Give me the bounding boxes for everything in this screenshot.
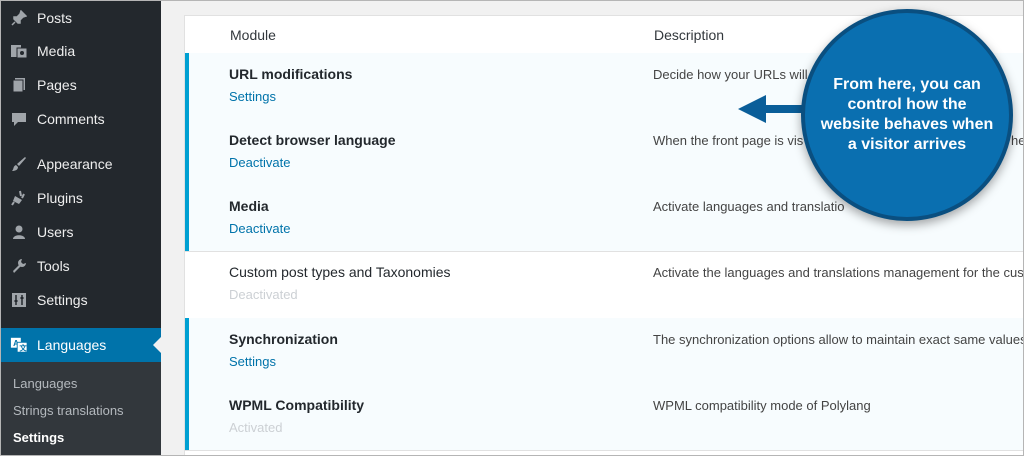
callout-arrow-icon [738, 95, 806, 123]
sidebar-item-label: Media [37, 43, 76, 59]
sidebar-item-label: Posts [37, 10, 73, 26]
sidebar-item-label: Users [37, 224, 74, 240]
table-row: Synchronization Settings The synchroniza… [185, 318, 1024, 385]
sidebar-item-label: Tools [37, 258, 70, 274]
sidebar-item-label: Languages [37, 337, 107, 353]
translate-icon: A文 [10, 336, 28, 354]
module-status-text: Activated [229, 420, 283, 435]
callout-text: From here, you can control how the websi… [820, 76, 994, 153]
submenu-item-settings[interactable]: Settings [13, 430, 64, 445]
sidebar-item-label: Settings [37, 292, 88, 308]
settings-icon [10, 291, 28, 309]
plugin-icon [10, 189, 28, 207]
module-description-tail: he [1011, 133, 1023, 148]
sidebar-item-label: Plugins [37, 190, 83, 206]
module-description: The synchronization options allow to mai… [653, 332, 1024, 347]
submenu-item-languages[interactable]: Languages [13, 376, 77, 391]
module-deactivate-link[interactable]: Deactivate [229, 221, 290, 236]
module-name: Custom post types and Taxonomies [229, 264, 451, 280]
module-name: WPML Compatibility [229, 397, 365, 413]
module-name: Media [229, 198, 269, 214]
sidebar-item-plugins[interactable]: Plugins [1, 181, 161, 215]
sidebar-item-label: Appearance [37, 156, 113, 172]
sidebar-item-label: Comments [37, 111, 105, 127]
module-description: When the front page is vis [653, 133, 804, 148]
module-description: Activate the languages and translations … [653, 265, 1024, 280]
screenshot-frame: Posts Media Pages Comments Appearance Pl… [0, 0, 1024, 456]
module-settings-link[interactable]: Settings [229, 354, 276, 369]
svg-text:文: 文 [18, 343, 27, 352]
sidebar-item-pages[interactable]: Pages [1, 68, 161, 102]
column-header-module: Module [230, 27, 276, 43]
sidebar-item-languages[interactable]: A文 Languages [1, 328, 161, 362]
module-status-text: Deactivated [229, 287, 298, 302]
module-settings-link[interactable]: Settings [229, 89, 276, 104]
table-row: Custom post types and Taxonomies Deactiv… [185, 251, 1024, 319]
sidebar-item-media[interactable]: Media [1, 34, 161, 68]
wrench-icon [10, 257, 28, 275]
module-description: Decide how your URLs will l [653, 67, 815, 82]
annotation-callout: From here, you can control how the websi… [801, 9, 1013, 221]
sidebar-item-label: Pages [37, 77, 77, 93]
pages-icon [10, 76, 28, 94]
column-header-description: Description [654, 27, 725, 43]
table-row: WPML Compatibility Activated WPML compat… [185, 384, 1023, 451]
user-icon [10, 223, 28, 241]
sidebar-item-posts[interactable]: Posts [1, 1, 161, 35]
sidebar-item-users[interactable]: Users [1, 215, 161, 249]
module-description: Activate languages and translatio [653, 199, 845, 214]
languages-submenu: Languages Strings translations Settings [1, 362, 161, 455]
admin-sidebar: Posts Media Pages Comments Appearance Pl… [1, 1, 161, 455]
module-name: URL modifications [229, 66, 353, 82]
sidebar-item-tools[interactable]: Tools [1, 249, 161, 283]
module-name: Synchronization [229, 331, 338, 347]
sidebar-item-settings[interactable]: Settings [1, 283, 161, 317]
paintbrush-icon [10, 155, 28, 173]
module-description: WPML compatibility mode of Polylang [653, 398, 871, 413]
module-deactivate-link[interactable]: Deactivate [229, 155, 290, 170]
submenu-item-strings-translations[interactable]: Strings translations [13, 403, 124, 418]
sidebar-item-comments[interactable]: Comments [1, 102, 161, 136]
media-icon [10, 42, 28, 60]
module-name: Detect browser language [229, 132, 396, 148]
pin-icon [10, 9, 28, 27]
comment-icon [10, 110, 28, 128]
sidebar-item-appearance[interactable]: Appearance [1, 147, 161, 181]
